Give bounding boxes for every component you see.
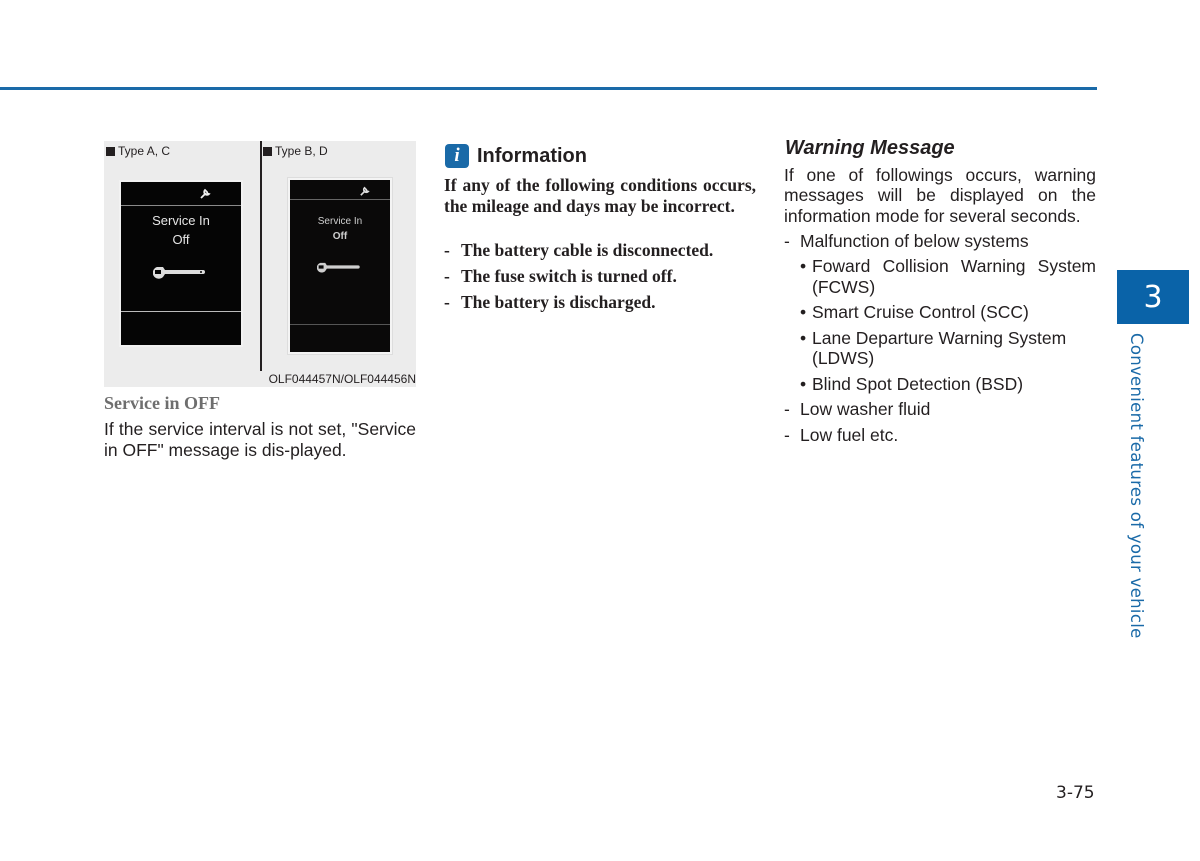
- wrench-icon: [199, 188, 211, 203]
- screen-divider: [290, 324, 390, 325]
- sub-list-item: • Smart Cruise Control (SCC): [800, 302, 1029, 323]
- list-item: - The battery cable is disconnected.: [444, 240, 714, 260]
- list-item: - Low washer fluid: [784, 399, 931, 420]
- header-rule: [0, 87, 1097, 90]
- warning-message-heading: Warning Message: [785, 137, 955, 159]
- information-heading: i Information: [445, 144, 587, 168]
- chapter-title: Convenient features of your vehicle: [1127, 333, 1146, 639]
- figure-label-type-b-d: Type B, D: [263, 144, 328, 158]
- list-item: - Malfunction of below systems • Foward Co…: [784, 231, 1096, 394]
- wrench-icon: [316, 260, 363, 279]
- info-icon: i: [445, 144, 469, 168]
- wrench-icon: [359, 186, 370, 200]
- sub-list-item: • Blind Spot Detection (BSD): [800, 373, 1024, 394]
- wrench-icon: [152, 264, 209, 285]
- screen-line-1: Service In: [317, 216, 363, 227]
- list-item: - The fuse switch is turned off.: [444, 266, 677, 286]
- page-number: 3-75: [1056, 783, 1095, 803]
- information-list: - The battery cable is disconnected. - The…: [444, 240, 764, 318]
- figure-divider: [260, 141, 262, 371]
- screen-line-2: Off: [172, 232, 190, 247]
- warning-list: - Malfunction of below systems • Foward Co…: [784, 231, 1096, 450]
- square-bullet-icon: [263, 146, 272, 156]
- service-display-figure: Type A, C Type B, D Service In Off Servi…: [104, 141, 416, 387]
- section-heading-service-in-off: Service in OFF: [104, 393, 220, 413]
- screen-divider: [121, 205, 241, 206]
- sub-list-item: • Foward Collision Warning System (FCWS): [800, 256, 1096, 297]
- cluster-screen-type-a-c: Service In Off: [121, 182, 241, 345]
- cluster-screen-type-b-d: Service In Off: [290, 180, 390, 352]
- information-title: Information: [477, 144, 587, 167]
- chapter-tab: 3: [1117, 270, 1189, 324]
- figure-code: OLF044457N/OLF044456N: [268, 372, 416, 386]
- square-bullet-icon: [106, 146, 115, 156]
- screen-divider: [121, 311, 241, 312]
- section-body-service-in-off: If the service interval is not set, "Ser…: [104, 419, 416, 460]
- screen-line-2: Off: [332, 231, 348, 242]
- sub-list: • Foward Collision Warning System (FCWS) …: [800, 256, 1096, 394]
- warning-message-body: If one of followings occurs, warning mes…: [784, 165, 1096, 226]
- screen-line-1: Service In: [152, 213, 210, 228]
- information-body: If any of the following conditions occur…: [444, 175, 756, 216]
- figure-label-type-a-c: Type A, C: [106, 144, 170, 158]
- sub-list-item: • Lane Departure Warning System (LDWS): [800, 327, 1067, 369]
- list-item: - The battery is discharged.: [444, 292, 656, 312]
- list-item: - Low fuel etc.: [784, 424, 899, 445]
- screen-divider: [290, 199, 390, 200]
